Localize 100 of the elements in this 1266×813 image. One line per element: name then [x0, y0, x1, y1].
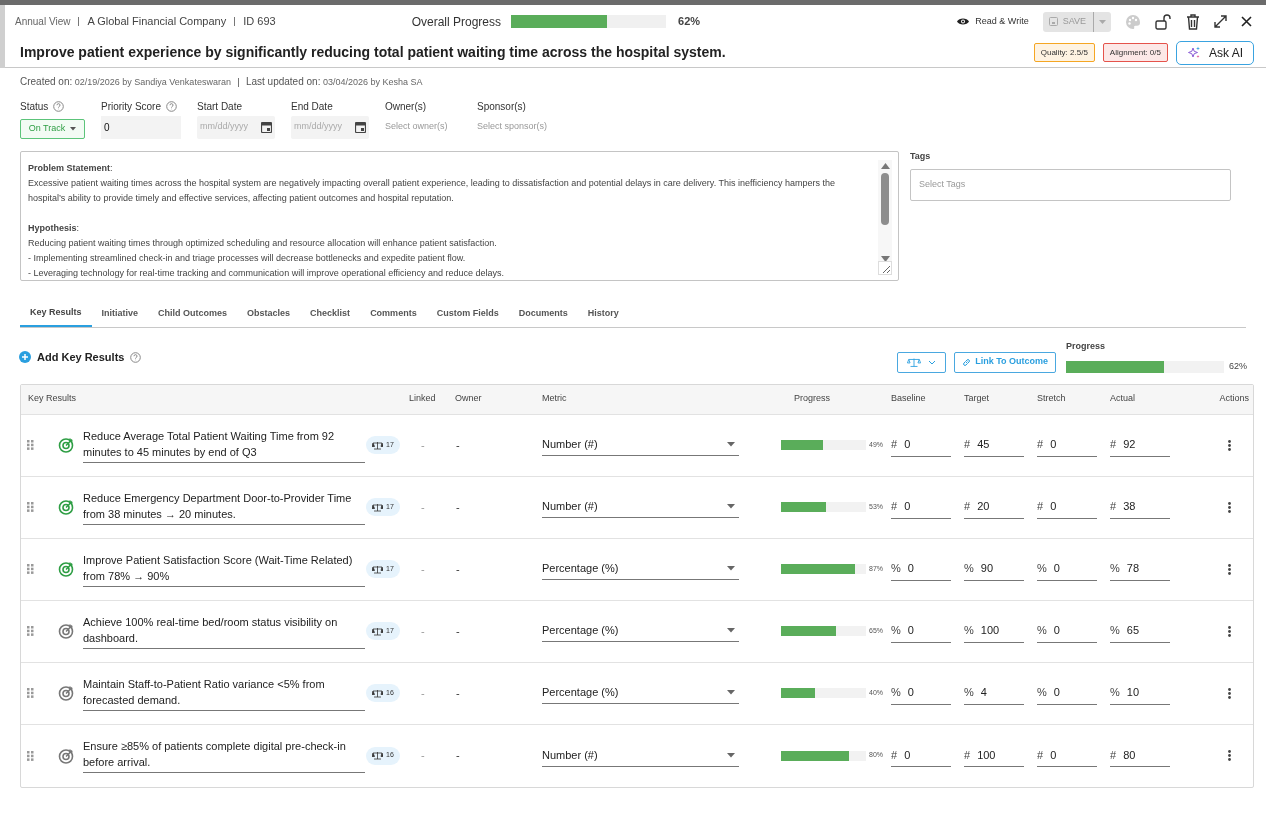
column-header: Linked [409, 392, 437, 406]
actual-field[interactable]: % 10 [1110, 681, 1170, 705]
updated-label: Last updated on: [245, 76, 321, 87]
key-result-title[interactable]: Achieve 100% real-time bed/room status visibility on dashboard. [83, 613, 365, 649]
key-result-title[interactable]: Reduce Emergency Department Door-to-Provider Time from 38 minutes → 20 minutes. [83, 489, 365, 525]
drag-handle-icon[interactable] [27, 502, 34, 512]
created-info: 02/19/2026 by Sandiya Venkateswaran [74, 77, 231, 87]
drag-handle-icon[interactable] [27, 440, 34, 450]
chevron-down-icon [928, 359, 937, 365]
baseline-field[interactable]: # 0 [891, 433, 951, 457]
drag-handle-icon[interactable] [27, 564, 34, 574]
add-icon[interactable] [19, 351, 31, 364]
caret-icon [727, 752, 735, 758]
scroll-down-icon[interactable] [880, 255, 890, 262]
calendar-icon[interactable] [261, 121, 272, 133]
actual-field[interactable]: % 78 [1110, 557, 1170, 581]
key-result-title[interactable]: Maintain Staff-to-Patient Ratio variance <5% from forecasted demand. [83, 675, 365, 711]
stretch-field[interactable]: # 0 [1037, 433, 1097, 457]
scale-icon [372, 564, 383, 574]
caret-icon [727, 504, 735, 509]
unlocked-padlock-icon[interactable] [1155, 13, 1172, 30]
id-label: ID 693 [243, 14, 276, 30]
company-name: A Global Financial Company [87, 14, 227, 30]
field-label: Start Date [197, 100, 243, 114]
progress-label: Progress [1066, 339, 1106, 353]
tab[interactable]: Child Outcomes [148, 300, 238, 327]
target-field[interactable]: # 20 [964, 495, 1024, 519]
column-header: Stretch [1037, 392, 1067, 406]
trash-icon[interactable] [1186, 13, 1200, 30]
add-key-results-label[interactable]: Add Key Results [37, 349, 125, 366]
tab[interactable]: Documents [508, 300, 578, 327]
metric-dropdown[interactable]: Number (#) [542, 744, 739, 767]
link-icon [962, 357, 972, 367]
actual-field[interactable]: # 92 [1110, 433, 1170, 457]
help-icon[interactable] [166, 101, 177, 112]
help-icon[interactable] [130, 351, 142, 363]
help-icon[interactable] [53, 101, 65, 112]
priority-field[interactable]: 0 [101, 115, 181, 139]
target-field[interactable]: % 100 [964, 619, 1024, 643]
more-icon[interactable] [1228, 501, 1231, 513]
column-header: Actions [1218, 392, 1250, 406]
metric-dropdown[interactable]: Number (#) [542, 434, 739, 456]
baseline-field[interactable]: % 0 [891, 557, 951, 581]
actual-field[interactable]: # 38 [1110, 495, 1170, 519]
stretch-field[interactable]: # 0 [1037, 744, 1097, 767]
owner-cell-text: - [455, 499, 461, 515]
metric-dropdown[interactable]: Number (#) [542, 496, 739, 518]
ask-ai-button[interactable]: Ask AI [1176, 40, 1254, 65]
weight-dropdown-button[interactable] [897, 351, 947, 373]
baseline-field[interactable]: % 0 [891, 681, 951, 705]
tab[interactable]: Comments [360, 300, 427, 327]
metric-dropdown[interactable]: Percentage (%) [542, 620, 739, 642]
calendar-icon[interactable] [355, 121, 366, 133]
stretch-field[interactable]: # 0 [1037, 495, 1097, 519]
metric-dropdown[interactable]: Percentage (%) [542, 682, 739, 704]
close-icon[interactable] [1241, 16, 1252, 27]
actual-field[interactable]: # 80 [1110, 744, 1170, 767]
tab[interactable]: Custom Fields [426, 300, 509, 327]
metric-dropdown[interactable]: Percentage (%) [542, 558, 739, 580]
scrollbar-thumb[interactable] [881, 172, 889, 225]
resize-handle-icon[interactable] [878, 260, 892, 275]
tab[interactable]: Obstacles [237, 300, 301, 327]
target-field[interactable]: # 45 [964, 433, 1024, 457]
scale-icon [907, 356, 922, 368]
baseline-field[interactable]: % 0 [891, 619, 951, 643]
updated-info: 03/04/2026 by Kesha SA [322, 77, 423, 87]
target-field[interactable]: % 4 [964, 681, 1024, 705]
scale-icon [372, 751, 383, 760]
linked-cell-text: - [420, 437, 426, 453]
more-icon[interactable] [1228, 625, 1231, 637]
tab[interactable]: History [577, 300, 629, 327]
stretch-field[interactable]: % 0 [1037, 619, 1097, 643]
scroll-up-icon[interactable] [880, 162, 890, 169]
tab[interactable]: Initiative [91, 300, 149, 327]
actual-field[interactable]: % 65 [1110, 619, 1170, 643]
drag-handle-icon[interactable] [27, 626, 34, 636]
drag-handle-icon[interactable] [27, 750, 34, 761]
key-result-title[interactable]: Ensure ≥85% of patients complete digital pre-check-in before arrival. [83, 738, 365, 773]
baseline-field[interactable]: # 0 [891, 495, 951, 519]
description-text: - Leveraging technology for real-time tracking and communication will improve operational efficiency and reduce delays. [28, 266, 506, 280]
more-icon[interactable] [1228, 687, 1231, 699]
tab[interactable]: Key Results [20, 300, 92, 327]
baseline-field[interactable]: # 0 [891, 744, 951, 767]
target-field[interactable]: % 90 [964, 557, 1024, 581]
progress-percent: 62% [678, 14, 701, 30]
stretch-field[interactable]: % 0 [1037, 557, 1097, 581]
field-label: End Date [291, 100, 333, 114]
more-icon[interactable] [1228, 439, 1231, 451]
stretch-field[interactable]: % 0 [1037, 681, 1097, 705]
description-area[interactable] [20, 150, 899, 281]
expand-icon[interactable] [1214, 15, 1227, 28]
drag-handle-icon[interactable] [27, 688, 34, 698]
column-header: Progress [793, 392, 831, 406]
key-result-title[interactable]: Improve Patient Satisfaction Score (Wait-Time Related) from 78% → 90% [83, 551, 365, 587]
scale-icon [372, 440, 383, 450]
more-icon[interactable] [1228, 750, 1231, 761]
more-icon[interactable] [1228, 563, 1231, 575]
target-field[interactable]: # 100 [964, 744, 1024, 767]
tab[interactable]: Checklist [300, 300, 361, 327]
key-result-title[interactable]: Reduce Average Total Patient Waiting Time from 92 minutes to 45 minutes by end of Q3 [83, 427, 365, 463]
